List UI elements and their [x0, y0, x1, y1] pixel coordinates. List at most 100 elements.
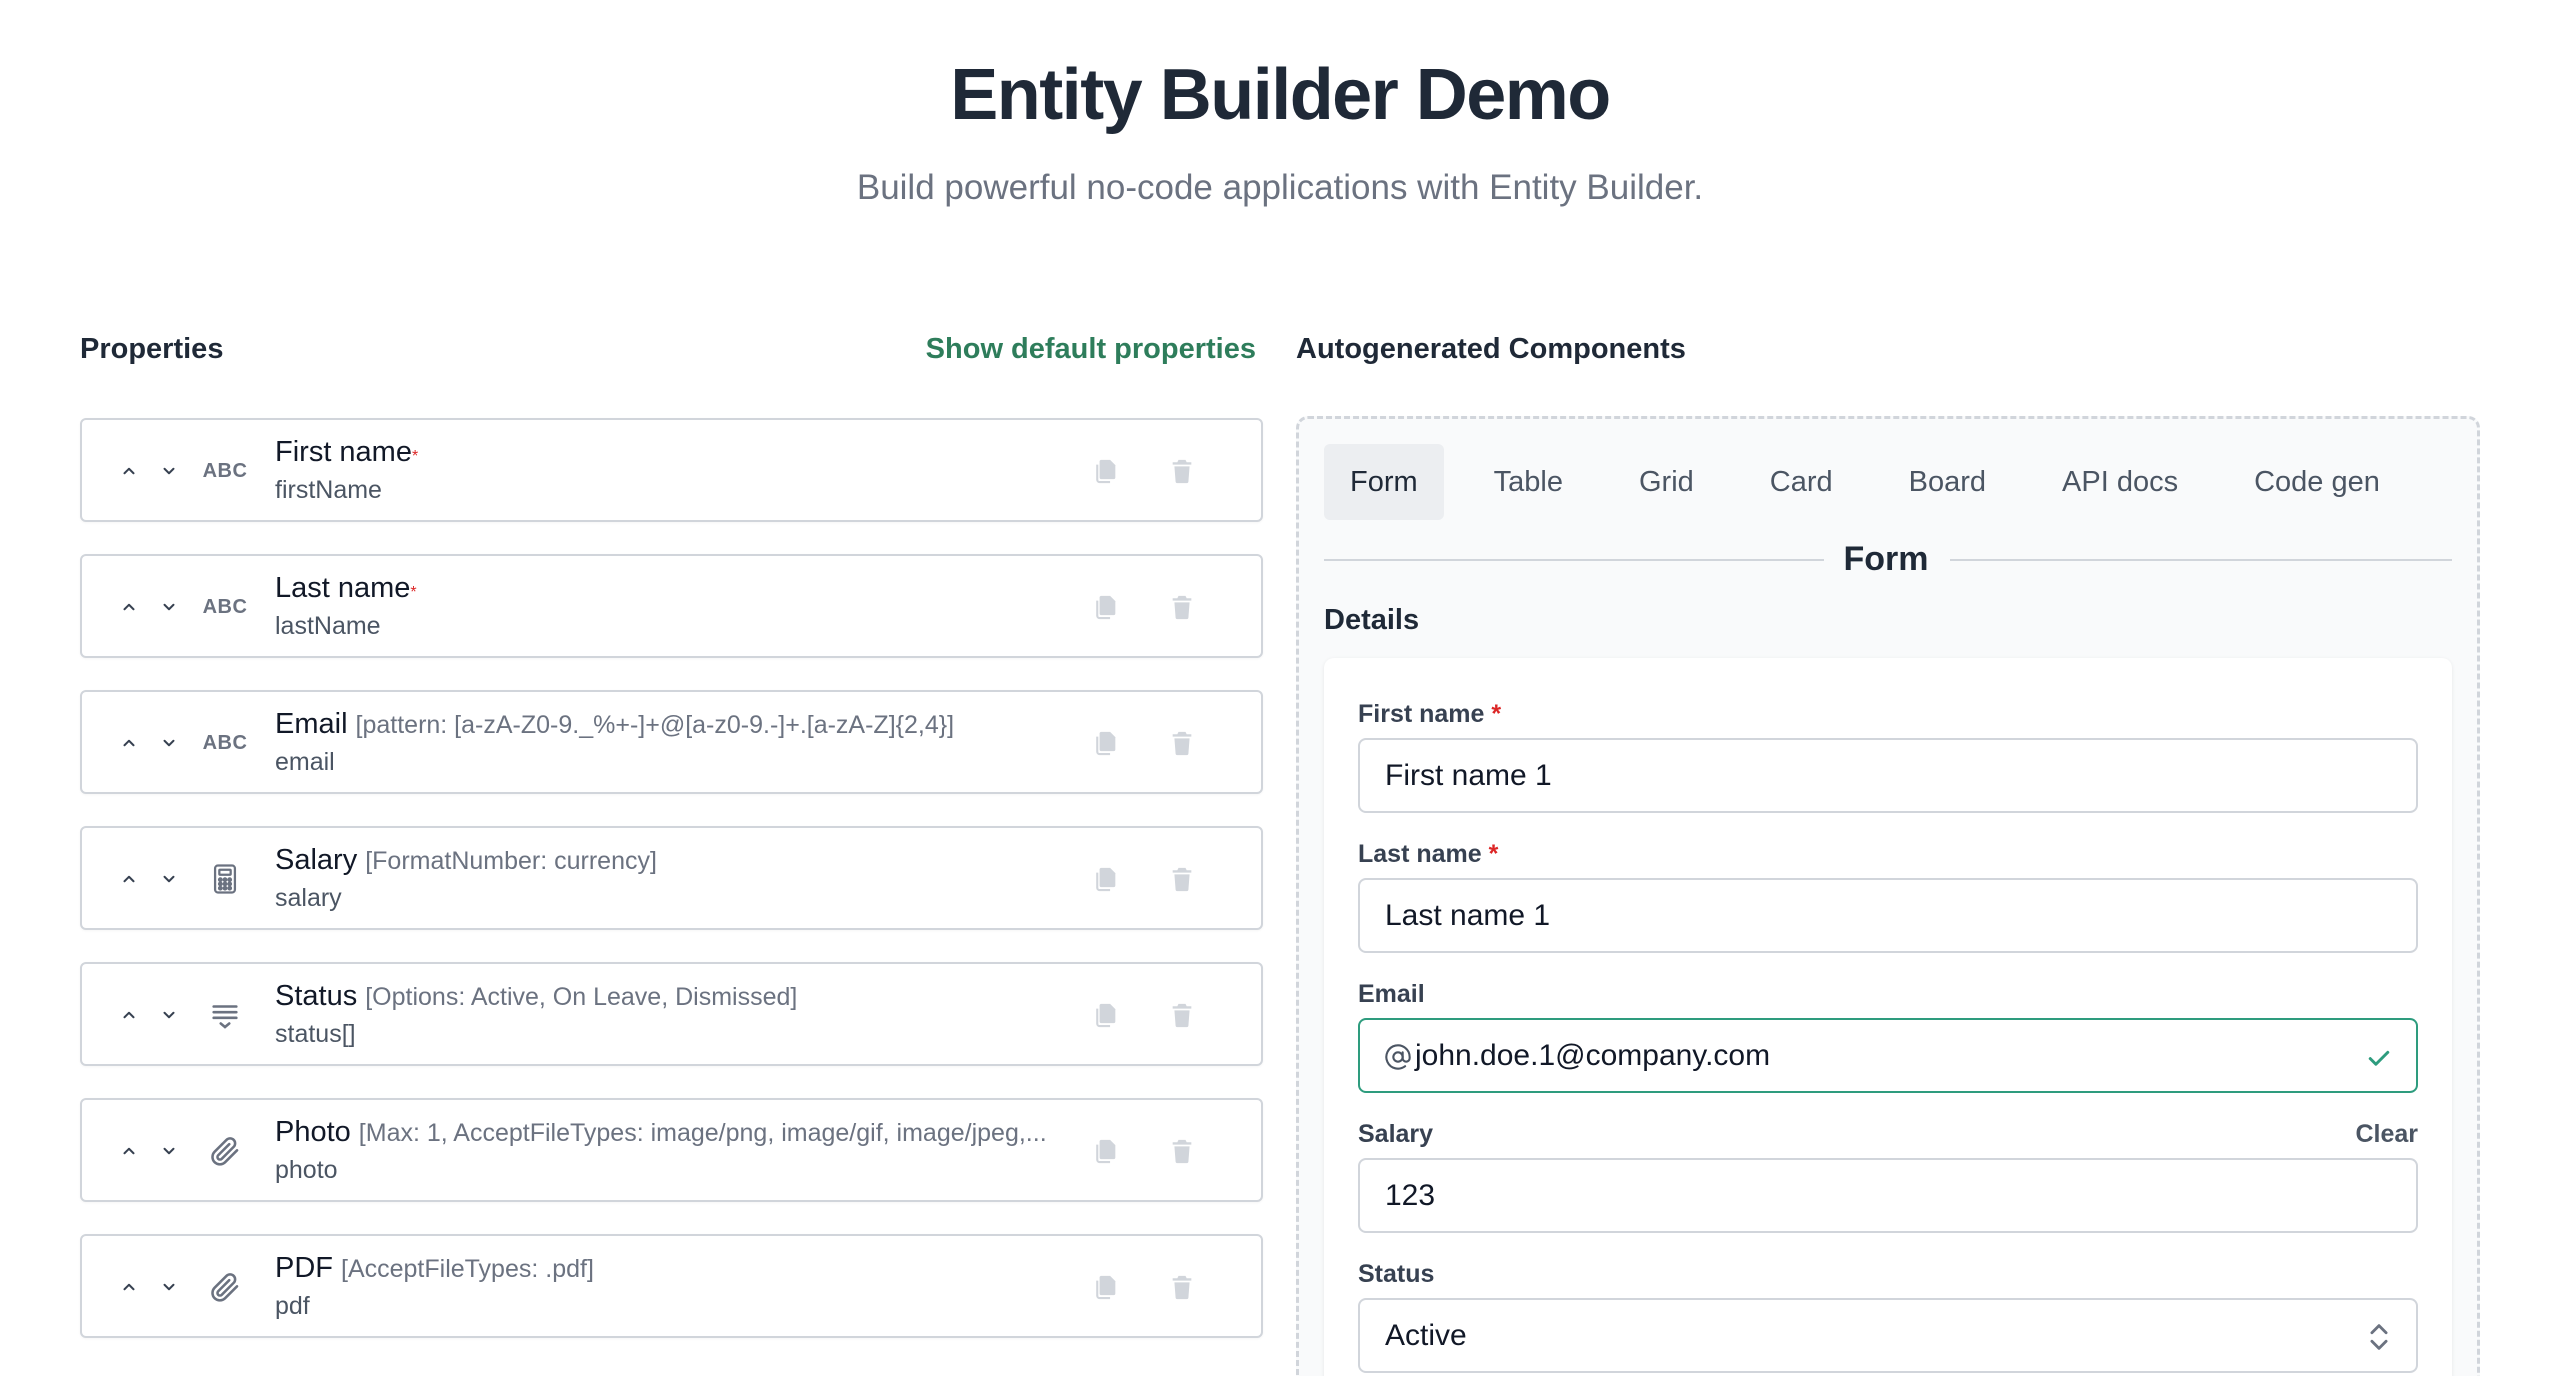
property-key: photo — [275, 1156, 338, 1184]
duplicate-button[interactable] — [1085, 450, 1127, 492]
chevron-up-icon — [120, 870, 138, 888]
property-heading: Salary [FormatNumber: currency] — [275, 844, 1061, 877]
move-up-button[interactable] — [112, 1270, 146, 1304]
calculator-icon — [204, 858, 246, 900]
salary-clear-button[interactable]: Clear — [2355, 1120, 2418, 1149]
move-up-button[interactable] — [112, 726, 146, 760]
move-down-button[interactable] — [152, 1270, 186, 1304]
property-heading: First name* — [275, 436, 1061, 469]
show-default-properties-link[interactable]: Show default properties — [926, 333, 1256, 366]
page-subtitle: Build powerful no-code applications with… — [856, 168, 1704, 207]
status-value: Active — [1385, 1318, 1467, 1352]
trash-icon — [1168, 1001, 1196, 1029]
tab-code-gen[interactable]: Code gen — [2228, 444, 2406, 520]
delete-button[interactable] — [1161, 586, 1203, 628]
move-down-button[interactable] — [152, 1134, 186, 1168]
paperclip-icon — [204, 1130, 246, 1172]
first-name-input[interactable]: First name 1 — [1358, 738, 2418, 813]
trash-icon — [1168, 865, 1196, 893]
page-title: Entity Builder Demo — [950, 55, 1611, 135]
duplicate-button[interactable] — [1085, 994, 1127, 1036]
at-sign-icon — [1385, 1044, 1411, 1070]
property-heading: Email [pattern: [a-zA-Z0-9._%+-]+@[a-z0-9… — [275, 708, 1061, 741]
delete-button[interactable] — [1161, 994, 1203, 1036]
delete-button[interactable] — [1161, 858, 1203, 900]
property-heading: Status [Options: Active, On Leave, Dismis… — [275, 980, 1061, 1013]
chevron-up-icon — [120, 1142, 138, 1160]
component-tabs: Form Table Grid Card Board API docs Code… — [1324, 444, 2430, 520]
paperclip-icon — [204, 1266, 246, 1308]
chevron-up-icon — [120, 1006, 138, 1024]
last-name-value: Last name 1 — [1385, 898, 1551, 932]
property-constraints: [Max: 1, AcceptFileTypes: image/png, ima… — [358, 1119, 1047, 1147]
required-marker: * — [411, 448, 419, 465]
chevron-down-icon — [160, 598, 178, 616]
property-row[interactable]: Photo [Max: 1, AcceptFileTypes: image/png… — [80, 1098, 1263, 1202]
required-marker: * — [410, 584, 417, 601]
move-up-button[interactable] — [112, 862, 146, 896]
details-title: Details — [1324, 604, 1420, 636]
move-down-button[interactable] — [152, 590, 186, 624]
copy-icon — [1092, 1137, 1120, 1165]
chevron-up-down-icon — [2370, 1324, 2388, 1350]
property-row[interactable]: ABC First name* firstName — [80, 418, 1263, 522]
section-divider-left — [1324, 559, 1824, 561]
copy-icon — [1092, 593, 1120, 621]
copy-icon — [1092, 729, 1120, 757]
form-section-heading: Form — [1843, 540, 1929, 578]
delete-button[interactable] — [1161, 450, 1203, 492]
move-up-button[interactable] — [112, 998, 146, 1032]
select-list-icon — [204, 994, 246, 1036]
first-name-label-text: First name — [1358, 700, 1485, 728]
tab-board[interactable]: Board — [1883, 444, 2012, 520]
move-up-button[interactable] — [112, 454, 146, 488]
property-constraints: [pattern: [a-zA-Z0-9._%+-]+@[a-z0-9.-]+.… — [355, 711, 955, 739]
tab-table[interactable]: Table — [1468, 444, 1589, 520]
property-row[interactable]: Status [Options: Active, On Leave, Dismis… — [80, 962, 1263, 1066]
duplicate-button[interactable] — [1085, 722, 1127, 764]
abc-text-icon-label: ABC — [202, 595, 248, 618]
duplicate-button[interactable] — [1085, 858, 1127, 900]
last-name-input[interactable]: Last name 1 — [1358, 878, 2418, 953]
tab-form[interactable]: Form — [1324, 444, 1444, 520]
email-input[interactable]: john.doe.1@company.com — [1358, 1018, 2418, 1093]
move-up-button[interactable] — [112, 1134, 146, 1168]
trash-icon — [1168, 1137, 1196, 1165]
chevron-down-icon — [160, 462, 178, 480]
tab-grid[interactable]: Grid — [1613, 444, 1720, 520]
duplicate-button[interactable] — [1085, 1266, 1127, 1308]
move-down-button[interactable] — [152, 726, 186, 760]
move-up-button[interactable] — [112, 590, 146, 624]
tab-card[interactable]: Card — [1744, 444, 1859, 520]
trash-icon — [1168, 1273, 1196, 1301]
move-down-button[interactable] — [152, 998, 186, 1032]
autogenerated-components-title: Autogenerated Components — [1296, 333, 1686, 365]
property-constraints: [AcceptFileTypes: .pdf] — [341, 1255, 594, 1283]
delete-button[interactable] — [1161, 722, 1203, 764]
delete-button[interactable] — [1161, 1266, 1203, 1308]
check-icon — [2368, 1050, 2390, 1066]
duplicate-button[interactable] — [1085, 586, 1127, 628]
status-select[interactable]: Active — [1358, 1298, 2418, 1373]
last-name-label-text: Last name — [1358, 840, 1482, 868]
first-name-label: First name * — [1358, 700, 1501, 729]
salary-value: 123 — [1385, 1178, 1436, 1212]
property-label: Status — [275, 980, 358, 1012]
duplicate-button[interactable] — [1085, 1130, 1127, 1172]
property-constraints: [FormatNumber: currency] — [365, 847, 657, 875]
delete-button[interactable] — [1161, 1130, 1203, 1172]
tab-api-docs[interactable]: API docs — [2036, 444, 2204, 520]
property-row[interactable]: ABC Last name* lastName — [80, 554, 1263, 658]
property-key: status[] — [275, 1020, 356, 1048]
abc-text-icon-label: ABC — [202, 459, 248, 482]
property-row[interactable]: Salary [FormatNumber: currency] salary — [80, 826, 1263, 930]
move-down-button[interactable] — [152, 862, 186, 896]
property-key: email — [275, 748, 335, 776]
property-row[interactable]: PDF [AcceptFileTypes: .pdf] pdf — [80, 1234, 1263, 1338]
property-row[interactable]: ABC Email [pattern: [a-zA-Z0-9._%+-]+@[a-z… — [80, 690, 1263, 794]
salary-input[interactable]: 123 — [1358, 1158, 2418, 1233]
properties-title: Properties — [80, 333, 224, 365]
chevron-down-icon — [160, 1006, 178, 1024]
copy-icon — [1092, 1001, 1120, 1029]
move-down-button[interactable] — [152, 454, 186, 488]
